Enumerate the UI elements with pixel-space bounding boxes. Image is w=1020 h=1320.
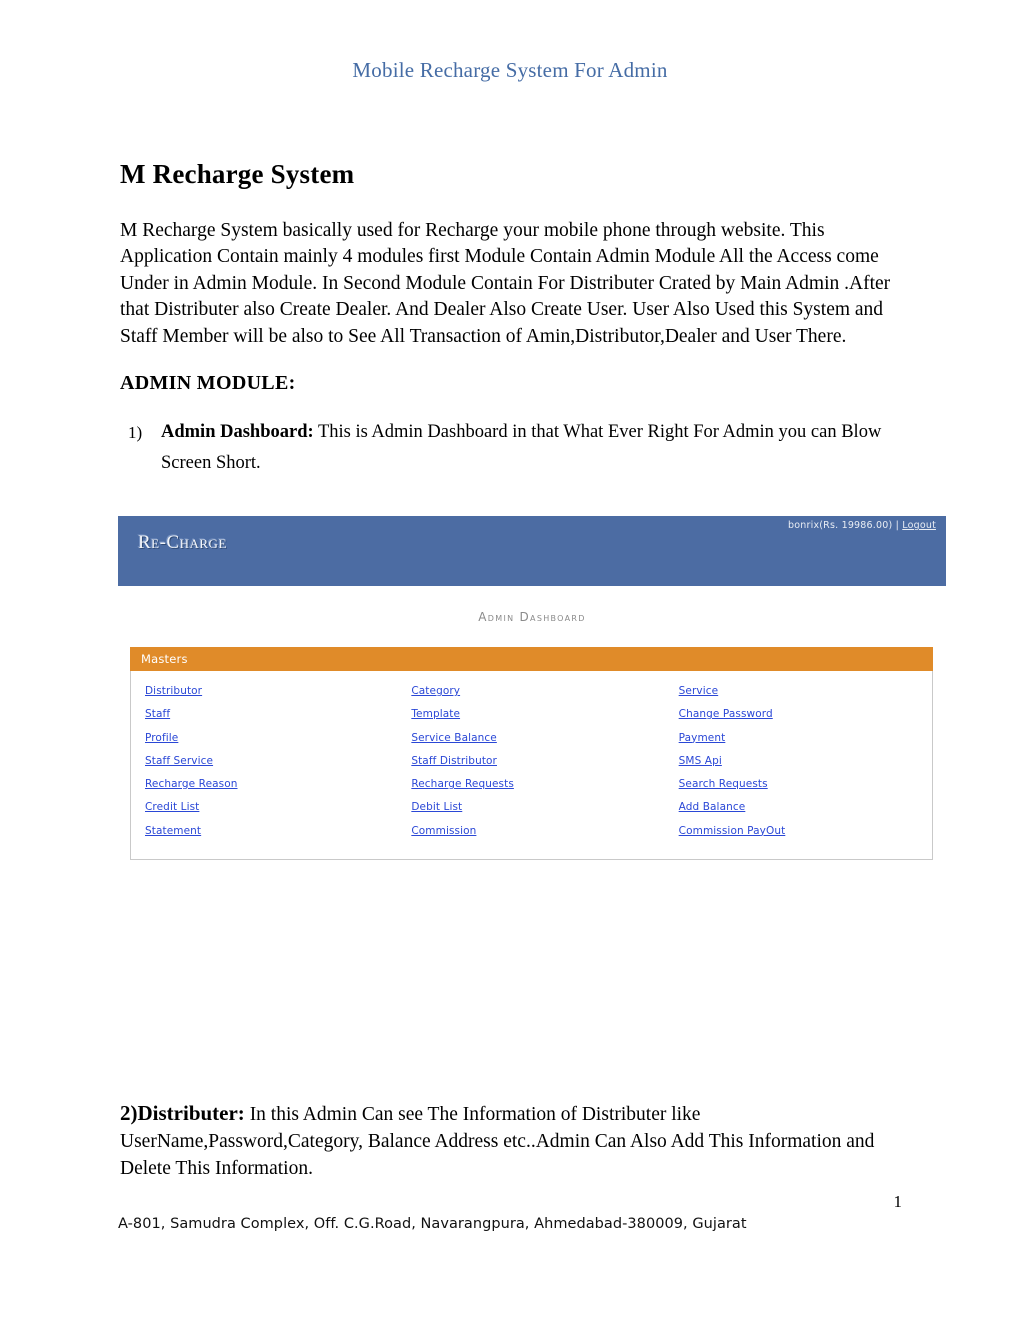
user-balance-label: bonrix(Rs. 19986.00) | (788, 520, 900, 531)
document-content: M Recharge System M Recharge System basi… (120, 159, 895, 491)
link-commission-payout[interactable]: Commission PayOut (679, 825, 786, 837)
list-marker: 1) (128, 423, 143, 443)
link-staff-service[interactable]: Staff Service (145, 755, 213, 767)
link-payment[interactable]: Payment (679, 732, 726, 744)
section-distributer-lead: 2)Distributer: (120, 1101, 245, 1125)
app-top-bar: Re-Charge bonrix(Rs. 19986.00) | Logout (118, 516, 946, 586)
section-heading-admin-module: ADMIN MODULE: (120, 372, 296, 395)
link-recharge-reason[interactable]: Recharge Reason (145, 778, 238, 790)
document-page: Mobile Recharge System For Admin M Recha… (0, 0, 1020, 1320)
link-debit-list[interactable]: Debit List (411, 801, 462, 813)
link-service-balance[interactable]: Service Balance (411, 732, 497, 744)
masters-panel: Masters Distributor Staff Profile Staff … (130, 647, 933, 860)
link-sms-api[interactable]: SMS Api (679, 755, 722, 767)
link-recharge-requests[interactable]: Recharge Requests (411, 778, 514, 790)
link-template[interactable]: Template (411, 708, 460, 720)
app-logo: Re-Charge (138, 532, 227, 553)
list-item: 1) Admin Dashboard: This is Admin Dashbo… (120, 417, 895, 479)
masters-panel-header: Masters (130, 647, 933, 671)
link-profile[interactable]: Profile (145, 732, 178, 744)
page-number: 1 (893, 1192, 903, 1211)
link-change-password[interactable]: Change Password (679, 708, 773, 720)
masters-column-2: Category Template Service Balance Staff … (398, 685, 664, 837)
link-category[interactable]: Category (411, 685, 460, 697)
running-header: Mobile Recharge System For Admin (352, 58, 668, 82)
logout-link[interactable]: Logout (902, 520, 936, 531)
user-account-info: bonrix(Rs. 19986.00) | Logout (788, 520, 936, 531)
link-service[interactable]: Service (679, 685, 719, 697)
link-credit-list[interactable]: Credit List (145, 801, 199, 813)
dashboard-title: Admin Dashboard (478, 610, 586, 624)
page-title: M Recharge System (120, 159, 355, 189)
link-staff-distributor[interactable]: Staff Distributor (411, 755, 497, 767)
link-search-requests[interactable]: Search Requests (679, 778, 768, 790)
link-add-balance[interactable]: Add Balance (679, 801, 746, 813)
link-statement[interactable]: Statement (145, 825, 201, 837)
section-distributer: 2)Distributer: In this Admin Can see The… (120, 1100, 902, 1182)
link-staff[interactable]: Staff (145, 708, 170, 720)
link-distributor[interactable]: Distributor (145, 685, 202, 697)
link-commission[interactable]: Commission (411, 825, 476, 837)
footer-address: A-801, Samudra Complex, Off. C.G.Road, N… (118, 1216, 747, 1232)
list-item-lead: Admin Dashboard: (161, 422, 314, 443)
embedded-app-screenshot: Re-Charge bonrix(Rs. 19986.00) | Logout … (118, 516, 946, 860)
masters-column-3: Service Change Password Payment SMS Api … (665, 685, 932, 837)
masters-link-grid: Distributor Staff Profile Staff Service … (130, 671, 933, 860)
masters-column-1: Distributor Staff Profile Staff Service … (131, 685, 398, 837)
section-distributer-paragraph: 2)Distributer: In this Admin Can see The… (120, 1100, 902, 1182)
intro-paragraph: M Recharge System basically used for Rec… (120, 219, 891, 347)
